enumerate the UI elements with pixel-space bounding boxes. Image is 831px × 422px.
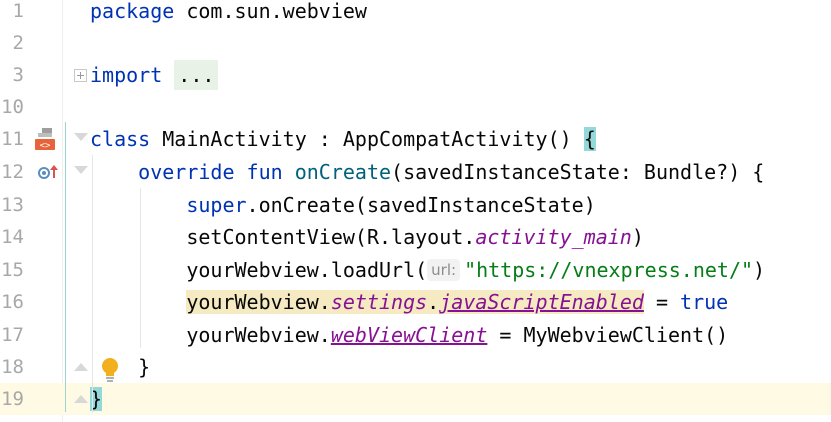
code-line[interactable]: 13 super.onCreate(savedInstanceState) — [0, 189, 831, 221]
lightbulb-icon[interactable] — [100, 357, 120, 383]
line-number: 18 — [1, 356, 24, 378]
code-line[interactable]: 17 yourWebview.webViewClient = MyWebview… — [0, 319, 831, 351]
indent-guide — [92, 155, 93, 413]
code-token: ) — [631, 225, 644, 249]
fold-end-icon[interactable] — [74, 395, 88, 403]
code-line[interactable]: 15 yourWebview.loadUrl(url: "https://vnex… — [0, 254, 831, 286]
code-token: { — [583, 127, 596, 151]
code-token: .onCreate(savedInstanceState) — [246, 193, 596, 217]
code-line[interactable]: 3 import ... — [0, 59, 831, 91]
line-number: 15 — [1, 259, 24, 281]
code-token: yourWebview. — [186, 290, 331, 314]
code-token: com.sun.webview — [174, 0, 367, 23]
line-number: 11 — [1, 128, 24, 150]
code-token: (savedInstanceState: Bundle?) { — [391, 160, 765, 184]
fold-end-icon[interactable] — [74, 363, 88, 371]
code-token: settings — [330, 290, 428, 314]
code-line[interactable]: 11 class MainActivity : AppCompatActivity… — [0, 123, 831, 155]
code-line[interactable]: 16 yourWebview.settings.javaScriptEnable… — [0, 286, 831, 318]
override-method-icon[interactable] — [36, 163, 60, 183]
line-number: 1 — [12, 0, 24, 22]
fold-expand-icon[interactable] — [74, 69, 87, 82]
line-number: 13 — [1, 194, 24, 216]
line-number: 16 — [1, 291, 24, 313]
android-layout-icon[interactable]: <> — [34, 128, 56, 152]
code-token: true — [680, 290, 729, 314]
code-token: webViewClient — [330, 323, 488, 347]
fold-collapse-icon[interactable] — [74, 133, 88, 141]
code-text[interactable]: override fun onCreate(savedInstanceState… — [90, 156, 764, 188]
scope-indicator — [65, 122, 66, 412]
code-token: MainActivity : AppCompatActivity() — [150, 127, 584, 151]
code-token: activity_main — [475, 225, 632, 249]
line-number: 3 — [12, 64, 24, 86]
code-token: import — [90, 63, 163, 87]
line-number: 14 — [1, 226, 24, 248]
indent-guide — [140, 188, 141, 348]
code-token: override fun — [138, 160, 283, 184]
code-token: setContentView(R.layout. — [90, 225, 476, 249]
code-token: super — [186, 193, 247, 217]
code-token: package — [90, 0, 175, 23]
code-token: ... — [174, 60, 219, 90]
code-token: ) — [753, 258, 766, 282]
code-token: . — [427, 290, 440, 314]
code-line[interactable]: 18 } — [0, 351, 831, 383]
code-line[interactable]: 10 — [0, 91, 831, 123]
line-number: 10 — [1, 96, 24, 118]
code-token: onCreate — [294, 160, 392, 184]
code-text[interactable]: yourWebview.webViewClient = MyWebviewCli… — [90, 319, 728, 351]
code-text[interactable]: import ... — [90, 59, 219, 91]
code-text[interactable]: yourWebview.loadUrl(url: "https://vnexpre… — [90, 254, 765, 286]
code-token: "https://vnexpress.net/" — [464, 258, 754, 282]
line-number: 17 — [1, 324, 24, 346]
code-token: javaScriptEnabled — [439, 290, 644, 314]
code-text[interactable]: package com.sun.webview — [90, 0, 367, 27]
code-token: yourWebview. — [90, 323, 331, 347]
code-line[interactable]: 1 package com.sun.webview — [0, 0, 831, 27]
code-line[interactable]: 19} — [0, 383, 831, 415]
code-text[interactable]: setContentView(R.layout.activity_main) — [90, 221, 644, 253]
code-line[interactable]: 12 override fun onCreate(savedInstanceSt… — [0, 156, 831, 188]
code-token: = MyWebviewClient() — [487, 323, 729, 347]
code-text[interactable]: yourWebview.settings.javaScriptEnabled =… — [90, 286, 728, 318]
code-line[interactable]: 14 setContentView(R.layout.activity_main… — [0, 221, 831, 253]
line-number: 19 — [1, 388, 24, 410]
code-text[interactable]: class MainActivity : AppCompatActivity()… — [90, 123, 596, 155]
code-token: class — [90, 127, 151, 151]
fold-collapse-icon[interactable] — [74, 166, 88, 174]
svg-text:<>: <> — [40, 141, 51, 151]
code-text[interactable]: super.onCreate(savedInstanceState) — [90, 189, 596, 221]
code-editor[interactable]: 1 package com.sun.webview 2 3 import ... 10 11… — [0, 0, 831, 422]
parameter-hint: url: — [427, 259, 461, 281]
code-line[interactable]: 2 — [0, 27, 831, 59]
code-token: = — [643, 290, 681, 314]
line-number: 12 — [1, 161, 24, 183]
line-number: 2 — [12, 32, 24, 54]
